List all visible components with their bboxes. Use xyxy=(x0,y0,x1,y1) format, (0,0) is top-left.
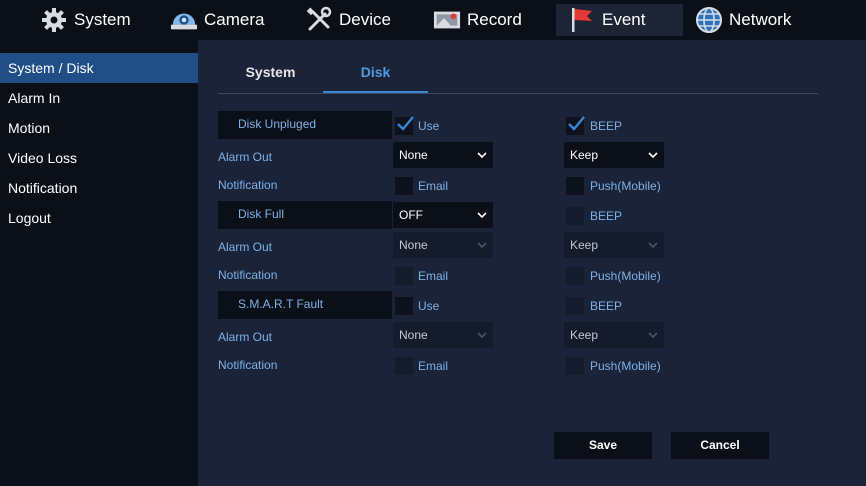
top-nav: System Camera Device Record Event Networ… xyxy=(0,0,866,40)
disk-full-push-label: Push(Mobile) xyxy=(590,269,661,283)
disk-unpluged-beep-checkbox[interactable] xyxy=(566,116,585,135)
disk-unpluged-action-select[interactable]: Keep xyxy=(564,142,664,168)
save-button[interactable]: Save xyxy=(554,432,652,459)
smart-fault-use-checkbox[interactable] xyxy=(395,297,413,315)
disk-unpluged-use-label: Use xyxy=(418,119,440,133)
gear-icon xyxy=(40,6,68,34)
disk-unpluged-alarm-out-value: None xyxy=(399,148,428,162)
sidebar-item-motion[interactable]: Motion xyxy=(0,113,198,143)
disk-full-beep-label: BEEP xyxy=(590,209,623,223)
disk-unpluged-email-checkbox[interactable] xyxy=(395,177,413,195)
disk-full-mode-value: OFF xyxy=(399,208,423,222)
disk-full-email-label: Email xyxy=(418,269,449,283)
nav-device[interactable]: Device xyxy=(305,4,405,36)
checkmark-icon xyxy=(568,116,585,131)
record-icon xyxy=(433,6,461,34)
nav-event-label: Event xyxy=(602,10,646,29)
sidebar-item-notification[interactable]: Notification xyxy=(0,173,198,203)
nav-camera[interactable]: Camera xyxy=(170,4,280,36)
chevron-down-icon xyxy=(477,152,487,159)
disk-full-push-checkbox[interactable] xyxy=(566,267,584,285)
chevron-down-icon xyxy=(648,152,658,159)
smart-fault-beep-label: BEEP xyxy=(590,299,623,313)
nav-system[interactable]: System xyxy=(40,4,140,36)
disk-unpluged-email-label: Email xyxy=(418,179,449,193)
disk-full-alarm-out-select[interactable]: None xyxy=(393,232,493,258)
chevron-down-icon xyxy=(477,332,487,339)
smart-fault-use-label: Use xyxy=(418,299,440,313)
smart-fault-alarm-out-value: None xyxy=(399,328,428,342)
sidebar: System / Disk Alarm In Motion Video Loss… xyxy=(0,40,198,486)
disk-full-mode-select[interactable]: OFF xyxy=(393,202,493,228)
disk-unpluged-alarm-out-label: Alarm Out xyxy=(218,150,273,164)
nav-record[interactable]: Record xyxy=(433,4,543,36)
tab-bar: System Disk xyxy=(218,52,818,94)
chevron-down-icon xyxy=(648,332,658,339)
smart-fault-push-label: Push(Mobile) xyxy=(590,359,661,373)
nav-system-label: System xyxy=(74,10,131,29)
disk-full-email-checkbox[interactable] xyxy=(395,267,413,285)
smart-fault-email-label: Email xyxy=(418,359,449,373)
section-header-disk-unpluged: Disk Unpluged xyxy=(218,111,392,139)
disk-full-action-value: Keep xyxy=(570,238,599,252)
main-panel: System Disk Disk Unpluged Use BEEP Alarm… xyxy=(198,40,866,486)
disk-unpluged-use-checkbox[interactable] xyxy=(395,116,414,135)
smart-fault-push-checkbox[interactable] xyxy=(566,357,584,375)
tab-system[interactable]: System xyxy=(218,52,323,93)
globe-icon xyxy=(695,6,723,34)
smart-fault-action-select[interactable]: Keep xyxy=(564,322,664,348)
checkmark-icon xyxy=(397,116,414,131)
disk-full-beep-checkbox[interactable] xyxy=(566,207,584,225)
smart-fault-email-checkbox[interactable] xyxy=(395,357,413,375)
disk-unpluged-alarm-out-select[interactable]: None xyxy=(393,142,493,168)
smart-fault-alarm-out-label: Alarm Out xyxy=(218,330,273,344)
disk-full-alarm-out-value: None xyxy=(399,238,428,252)
disk-unpluged-push-label: Push(Mobile) xyxy=(590,179,661,193)
nav-device-label: Device xyxy=(339,10,391,29)
chevron-down-icon xyxy=(477,212,487,219)
sidebar-item-logout[interactable]: Logout xyxy=(0,203,198,233)
nav-record-label: Record xyxy=(467,10,522,29)
nav-camera-label: Camera xyxy=(204,10,265,29)
disk-unpluged-action-value: Keep xyxy=(570,148,599,162)
smart-fault-notification-label: Notification xyxy=(218,358,278,372)
smart-fault-action-value: Keep xyxy=(570,328,599,342)
flag-icon xyxy=(568,6,596,34)
sidebar-item-system-disk[interactable]: System / Disk xyxy=(0,53,198,83)
disk-unpluged-notification-label: Notification xyxy=(218,178,278,192)
disk-unpluged-beep-label: BEEP xyxy=(590,119,623,133)
nav-event[interactable]: Event xyxy=(556,4,683,36)
disk-full-action-select[interactable]: Keep xyxy=(564,232,664,258)
disk-full-alarm-out-label: Alarm Out xyxy=(218,240,273,254)
smart-fault-alarm-out-select[interactable]: None xyxy=(393,322,493,348)
sidebar-item-alarm-in[interactable]: Alarm In xyxy=(0,83,198,113)
tools-icon xyxy=(305,6,333,34)
smart-fault-beep-checkbox[interactable] xyxy=(566,297,584,315)
tab-disk[interactable]: Disk xyxy=(323,52,428,93)
camera-icon xyxy=(170,6,198,34)
nav-network[interactable]: Network xyxy=(695,4,805,36)
nav-network-label: Network xyxy=(729,10,792,29)
chevron-down-icon xyxy=(477,242,487,249)
section-header-smart-fault: S.M.A.R.T Fault xyxy=(218,291,392,319)
section-header-disk-full: Disk Full xyxy=(218,201,392,229)
chevron-down-icon xyxy=(648,242,658,249)
disk-unpluged-push-checkbox[interactable] xyxy=(566,177,584,195)
sidebar-item-video-loss[interactable]: Video Loss xyxy=(0,143,198,173)
disk-full-notification-label: Notification xyxy=(218,268,278,282)
cancel-button[interactable]: Cancel xyxy=(671,432,769,459)
